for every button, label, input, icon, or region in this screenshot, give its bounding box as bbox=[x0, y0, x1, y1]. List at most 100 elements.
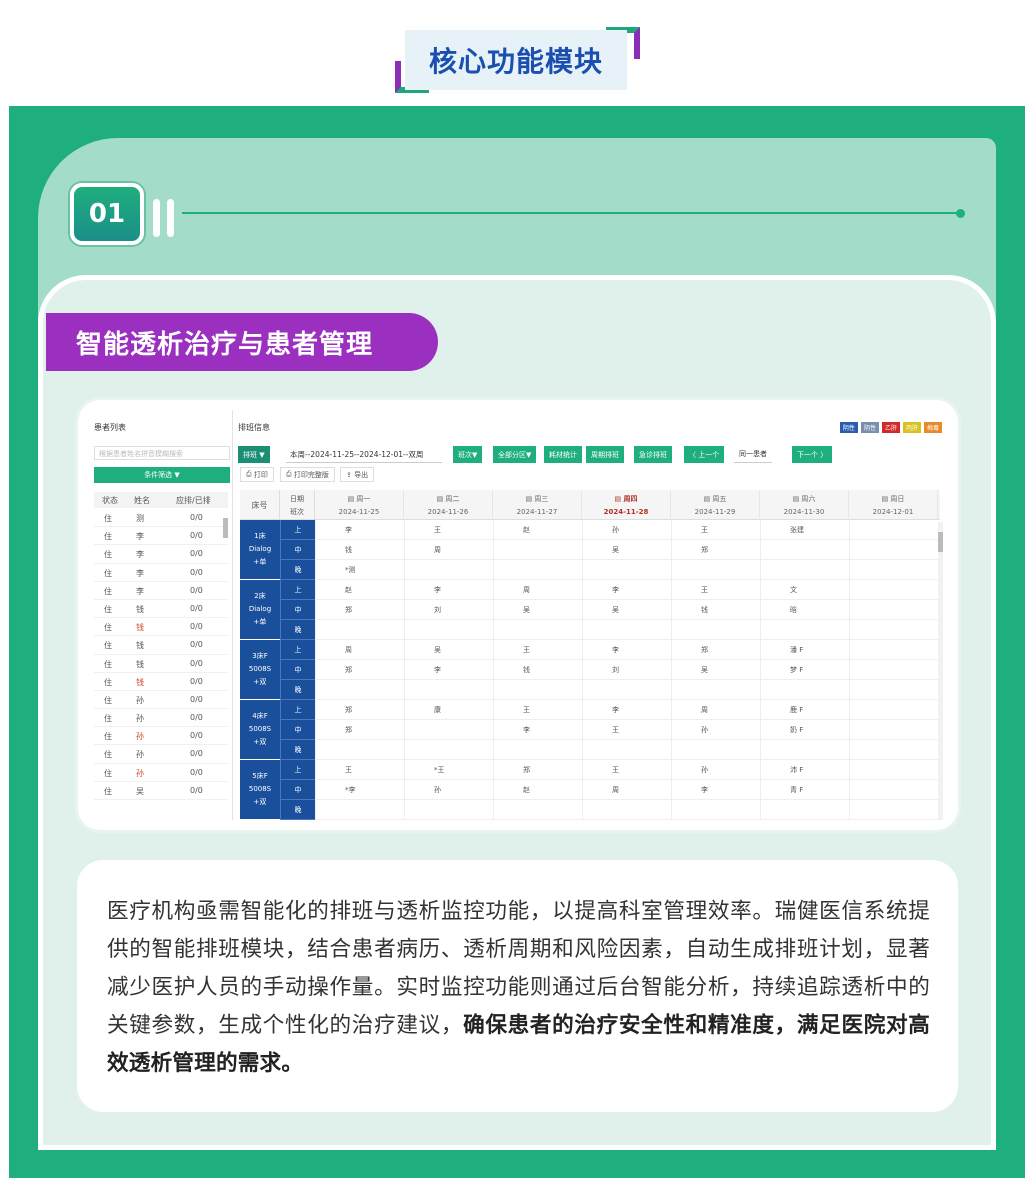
schedule-cell[interactable]: 孙 bbox=[701, 725, 708, 735]
schedule-cell[interactable]: 张建 bbox=[790, 525, 804, 535]
schedule-cell[interactable]: 郑 bbox=[523, 765, 530, 775]
patient-row[interactable]: 住 钱 0/0 bbox=[94, 655, 228, 673]
schedule-cell[interactable]: 李 bbox=[612, 585, 619, 595]
patient-row[interactable]: 住 孙 0/0 bbox=[94, 745, 228, 764]
schedule-cell[interactable]: 孙 bbox=[612, 525, 619, 535]
day-header[interactable]: ▤ 周四 2024-11-28 bbox=[582, 490, 671, 520]
schedule-cell[interactable]: 王 bbox=[345, 765, 352, 775]
schedule-cell[interactable]: 刘 bbox=[612, 665, 619, 675]
patient-row[interactable]: 住 孙 0/0 bbox=[94, 727, 228, 746]
schedule-cell[interactable]: 李 bbox=[434, 665, 441, 675]
patient-row[interactable]: 住 钱 0/0 bbox=[94, 636, 228, 655]
schedule-cell[interactable]: 李 bbox=[701, 785, 708, 795]
scrollbar[interactable] bbox=[223, 518, 228, 538]
schedule-cell[interactable]: *王 bbox=[434, 765, 445, 775]
schedule-cell[interactable]: *测 bbox=[345, 565, 356, 575]
patient-row[interactable]: 住 孙 0/0 bbox=[94, 764, 228, 782]
schedule-cell[interactable]: 钱 bbox=[701, 605, 708, 615]
schedule-cell[interactable]: 王 bbox=[612, 725, 619, 735]
patient-row[interactable]: 住 李 0/0 bbox=[94, 545, 228, 564]
schedule-cell[interactable]: 吴 bbox=[612, 545, 619, 555]
schedule-cell[interactable]: 刘 bbox=[434, 605, 441, 615]
schedule-cell[interactable]: 赵 bbox=[523, 785, 530, 795]
schedule-cell[interactable]: 晗 bbox=[790, 605, 797, 615]
print-button[interactable]: ⎙ 打印 bbox=[240, 467, 274, 482]
schedule-cell[interactable]: 郑 bbox=[701, 645, 708, 655]
schedule-cell[interactable]: 钱 bbox=[345, 545, 352, 555]
schedule-cell[interactable]: 鹿 F bbox=[790, 705, 803, 715]
schedule-cell[interactable]: *李 bbox=[345, 785, 356, 795]
schedule-cell[interactable]: 李 bbox=[434, 585, 441, 595]
patient-row[interactable]: 住 吴 0/0 bbox=[94, 782, 228, 800]
schedule-cell[interactable]: 王 bbox=[701, 525, 708, 535]
schedule-cell[interactable]: 吴 bbox=[523, 605, 530, 615]
zone-dropdown-button[interactable]: 全部分区▼ bbox=[493, 446, 537, 463]
schedule-cell[interactable]: 郑 bbox=[345, 705, 352, 715]
day-header[interactable]: ▤ 周六 2024-11-30 bbox=[760, 490, 849, 520]
day-header[interactable]: ▤ 周三 2024-11-27 bbox=[493, 490, 582, 520]
schedule-cell[interactable]: 李 bbox=[345, 525, 352, 535]
day-header[interactable]: ▤ 周日 2024-12-01 bbox=[849, 490, 938, 520]
scrollbar-track[interactable] bbox=[938, 522, 943, 820]
schedule-cell[interactable]: 文 bbox=[790, 585, 797, 595]
schedule-cell[interactable]: 王 bbox=[523, 705, 530, 715]
schedule-cell[interactable]: 周 bbox=[612, 785, 619, 795]
filter-button[interactable]: 条件筛选 ▼ bbox=[94, 467, 230, 483]
same-patient-select[interactable]: 同一患者 bbox=[734, 446, 772, 463]
schedule-title: 排班信息 bbox=[238, 423, 270, 432]
schedule-cell[interactable]: 李 bbox=[612, 705, 619, 715]
patient-row[interactable]: 住 钱 0/0 bbox=[94, 673, 228, 691]
next-button[interactable]: 下一个 〉 bbox=[792, 446, 833, 463]
schedule-cell[interactable]: 孙 bbox=[701, 765, 708, 775]
day-header[interactable]: ▤ 周二 2024-11-26 bbox=[404, 490, 493, 520]
patient-row[interactable]: 住 孙 0/0 bbox=[94, 691, 228, 710]
schedule-cell[interactable]: 王 bbox=[701, 585, 708, 595]
export-button[interactable]: ⇪ 导出 bbox=[340, 467, 375, 482]
day-header[interactable]: ▤ 周一 2024-11-25 bbox=[315, 490, 404, 520]
schedule-cell[interactable]: 康 bbox=[434, 705, 441, 715]
schedule-cell[interactable]: 赵 bbox=[523, 525, 530, 535]
schedule-cell[interactable]: 钱 bbox=[523, 665, 530, 675]
patient-row[interactable]: 住 测 0/0 bbox=[94, 509, 228, 528]
schedule-cell[interactable]: 李 bbox=[523, 725, 530, 735]
patient-row[interactable]: 住 李 0/0 bbox=[94, 527, 228, 546]
schedule-cell[interactable]: 周 bbox=[701, 705, 708, 715]
schedule-cell[interactable]: 王 bbox=[434, 525, 441, 535]
patient-row[interactable]: 住 钱 0/0 bbox=[94, 600, 228, 619]
schedule-cell[interactable]: 吴 bbox=[612, 605, 619, 615]
schedule-cell[interactable]: 李 bbox=[612, 645, 619, 655]
schedule-cell[interactable]: 周 bbox=[345, 645, 352, 655]
schedule-cell[interactable]: 郑 bbox=[701, 545, 708, 555]
schedule-cell[interactable]: 王 bbox=[612, 765, 619, 775]
scrollbar-thumb[interactable] bbox=[938, 532, 943, 552]
schedule-cell[interactable]: 梦 F bbox=[790, 665, 803, 675]
schedule-dropdown-button[interactable]: 排班 ▼ bbox=[238, 446, 270, 463]
patient-search-input[interactable]: 根据患者姓名拼音模糊搜索 bbox=[94, 446, 230, 460]
emergency-schedule-button[interactable]: 急诊排班 bbox=[634, 446, 672, 463]
week-select[interactable]: 本周--2024-11-25--2024-12-01--双周 bbox=[286, 446, 442, 463]
patient-row[interactable]: 住 李 0/0 bbox=[94, 564, 228, 582]
print-full-button[interactable]: ⎙ 打印完整版 bbox=[280, 467, 335, 482]
schedule-cell[interactable]: 郑 bbox=[345, 725, 352, 735]
day-header[interactable]: ▤ 周五 2024-11-29 bbox=[671, 490, 760, 520]
schedule-cell[interactable]: 周 bbox=[434, 545, 441, 555]
schedule-cell[interactable]: 周 bbox=[523, 585, 530, 595]
schedule-cell[interactable]: 沛 F bbox=[790, 765, 803, 775]
consumables-button[interactable]: 耗材统计 bbox=[544, 446, 582, 463]
schedule-cell[interactable]: 青 F bbox=[790, 785, 803, 795]
cycle-schedule-button[interactable]: 周期排班 bbox=[586, 446, 624, 463]
schedule-cell[interactable]: 吴 bbox=[701, 665, 708, 675]
schedule-cell[interactable]: 郑 bbox=[345, 665, 352, 675]
schedule-cell[interactable]: 赵 bbox=[345, 585, 352, 595]
schedule-cell[interactable]: 王 bbox=[523, 645, 530, 655]
schedule-cell[interactable]: 孙 bbox=[434, 785, 441, 795]
shift-dropdown-button[interactable]: 班次▼ bbox=[453, 446, 483, 463]
prev-button[interactable]: 〈 上一个 bbox=[684, 446, 725, 463]
patient-row[interactable]: 住 孙 0/0 bbox=[94, 709, 228, 728]
schedule-cell[interactable]: 郑 bbox=[345, 605, 352, 615]
schedule-cell[interactable]: 潘 F bbox=[790, 645, 803, 655]
schedule-cell[interactable]: 吴 bbox=[434, 645, 441, 655]
schedule-cell[interactable]: 奶 F bbox=[790, 725, 803, 735]
patient-row[interactable]: 住 李 0/0 bbox=[94, 582, 228, 600]
patient-row[interactable]: 住 钱 0/0 bbox=[94, 618, 228, 637]
